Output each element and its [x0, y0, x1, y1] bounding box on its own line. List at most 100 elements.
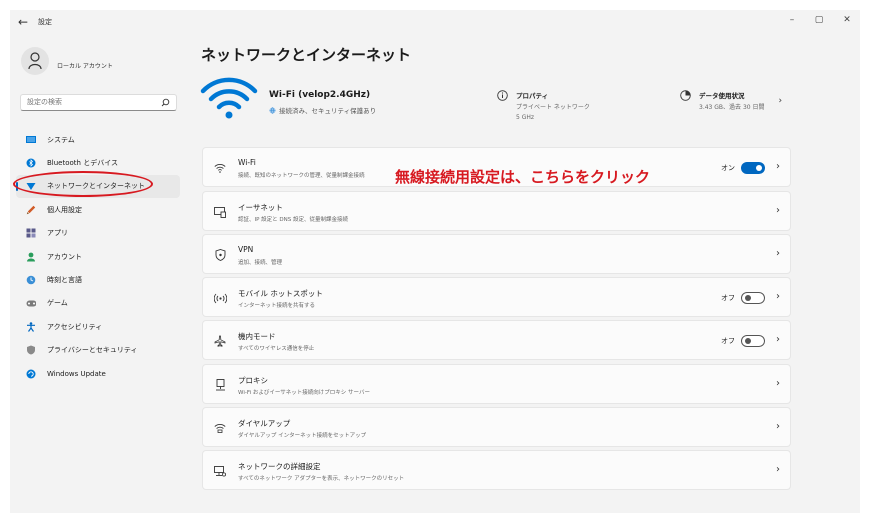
card-title: モバイル ホットスポット — [238, 289, 323, 298]
card-title: ネットワークの詳細設定 — [238, 462, 321, 471]
page-title: ネットワークとインターネット — [201, 46, 412, 64]
sidebar-item-personalization[interactable]: 個人用設定 — [16, 198, 180, 221]
properties-network-type: プライベート ネットワーク — [516, 104, 590, 111]
user-icon — [28, 52, 42, 70]
toggle-knob — [756, 165, 762, 171]
chevron-right-icon: › — [776, 248, 780, 259]
privacy-icon — [26, 345, 36, 355]
chevron-right-icon: › — [776, 334, 780, 345]
ethernet-icon — [213, 205, 227, 219]
chevron-right-icon: › — [778, 96, 783, 106]
hotspot-icon — [213, 291, 227, 305]
sidebar-item-windows-update[interactable]: Windows Update — [16, 362, 180, 385]
info-icon — [497, 90, 508, 101]
dialup-icon — [213, 421, 227, 435]
connection-status: 接続済み、セキュリティ保護あり — [269, 105, 376, 115]
sidebar-item-label: 個人用設定 — [47, 205, 82, 214]
data-usage-icon — [680, 90, 691, 101]
properties-link[interactable]: プロパティ プライベート ネットワーク 5 GHz — [497, 90, 590, 123]
card-subtitle: すべてのワイヤレス通信を停止 — [238, 346, 315, 352]
sidebar-item-label: アカウント — [47, 252, 82, 261]
card-subtitle: Wi-Fi およびイーサネット接続向けプロキシ サーバー — [238, 390, 370, 396]
vpn-icon — [213, 248, 227, 262]
sidebar-nav: システム Bluetooth とデバイス ネットワークとインターネット 個人用設… — [16, 128, 180, 385]
sidebar-item-system[interactable]: システム — [16, 128, 180, 151]
windows-update-icon — [26, 369, 36, 379]
airplane-icon — [213, 334, 227, 348]
data-usage-link[interactable]: データ使用状況 3.43 GB、過去 30 日間 › — [680, 90, 782, 113]
title-bar: ← 設定 – ▢ ✕ — [10, 10, 860, 34]
card-dialup[interactable]: ダイヤルアップ ダイヤルアップ インターネット接続をセットアップ › — [202, 407, 791, 447]
wifi-icon — [213, 161, 227, 175]
card-vpn[interactable]: VPN 追加、接続、管理 › — [202, 234, 791, 274]
highlight-oval-network — [13, 171, 153, 197]
account-name: ローカル アカウント — [57, 63, 113, 70]
card-proxy[interactable]: プロキシ Wi-Fi およびイーサネット接続向けプロキシ サーバー › — [202, 364, 791, 404]
search-input[interactable] — [27, 98, 147, 106]
back-button[interactable]: ← — [18, 15, 28, 29]
sidebar-item-privacy[interactable]: プライバシーとセキュリティ — [16, 339, 180, 362]
sidebar-item-accounts[interactable]: アカウント — [16, 245, 180, 268]
chevron-right-icon: › — [776, 421, 780, 432]
data-usage-amount: 3.43 GB、過去 30 日間 — [699, 104, 765, 111]
toggle-knob — [745, 338, 751, 344]
hotspot-toggle[interactable] — [741, 292, 765, 304]
window-title: 設定 — [38, 18, 52, 26]
avatar[interactable] — [21, 47, 49, 75]
settings-window: ← 設定 – ▢ ✕ ローカル アカウント システム Bluetooth とデバ… — [10, 10, 860, 513]
proxy-icon — [213, 378, 227, 392]
card-ethernet[interactable]: イーサネット 認証、IP 設定と DNS 設定、従量制課金接続 › — [202, 191, 791, 231]
wifi-toggle-label: オン — [721, 164, 735, 172]
chevron-right-icon: › — [776, 161, 780, 172]
sidebar-item-accessibility[interactable]: アクセシビリティ — [16, 315, 180, 338]
connection-status-text: 接続済み、セキュリティ保護あり — [279, 107, 377, 115]
hotspot-toggle-label: オフ — [721, 294, 735, 302]
card-title: ダイヤルアップ — [238, 419, 291, 428]
card-subtitle: 接続、既知のネットワークの管理、従量制課金接続 — [238, 173, 365, 179]
sidebar-item-time-language[interactable]: 時刻と言語 — [16, 268, 180, 291]
sidebar-item-label: アクセシビリティ — [47, 322, 103, 331]
airplane-toggle[interactable] — [741, 335, 765, 347]
network-name: Wi-Fi (velop2.4GHz) — [269, 90, 371, 100]
sidebar-item-gaming[interactable]: ゲーム — [16, 292, 180, 315]
card-subtitle: 認証、IP 設定と DNS 設定、従量制課金接続 — [238, 217, 349, 223]
chevron-right-icon: › — [776, 205, 780, 216]
search-box[interactable] — [20, 94, 177, 111]
chevron-right-icon: › — [776, 464, 780, 475]
card-title: Wi-Fi — [238, 158, 256, 167]
toggle-knob — [745, 295, 751, 301]
card-title: プロキシ — [238, 376, 268, 385]
card-title: 機内モード — [238, 332, 276, 341]
properties-title: プロパティ — [516, 92, 549, 100]
accessibility-icon — [26, 322, 36, 332]
card-subtitle: 追加、接続、管理 — [238, 260, 283, 266]
sidebar-item-label: アプリ — [47, 229, 68, 238]
annotation-text: 無線接続用設定は、こちらをクリック — [395, 168, 651, 186]
sidebar-item-label: 時刻と言語 — [47, 276, 82, 285]
minimize-button[interactable]: – — [785, 15, 799, 25]
maximize-button[interactable]: ▢ — [812, 15, 826, 25]
gaming-icon — [26, 298, 36, 308]
card-subtitle: すべてのネットワーク アダプターを表示、ネットワークのリセット — [238, 476, 405, 482]
card-advanced-network[interactable]: ネットワークの詳細設定 すべてのネットワーク アダプターを表示、ネットワークのリ… — [202, 450, 791, 490]
wifi-toggle[interactable] — [741, 162, 765, 174]
properties-band: 5 GHz — [516, 114, 535, 121]
wifi-hero-icon — [200, 77, 258, 119]
sidebar-item-apps[interactable]: アプリ — [16, 222, 180, 245]
system-icon — [26, 135, 36, 145]
chevron-right-icon: › — [776, 291, 780, 302]
search-icon[interactable] — [161, 98, 170, 107]
airplane-toggle-label: オフ — [721, 337, 735, 345]
sidebar-item-label: Bluetooth とデバイス — [47, 159, 118, 168]
card-title: VPN — [238, 245, 254, 254]
bluetooth-icon — [26, 158, 36, 168]
time-language-icon — [26, 275, 36, 285]
close-button[interactable]: ✕ — [840, 15, 854, 25]
card-mobile-hotspot[interactable]: モバイル ホットスポット インターネット接続を共有する オフ › — [202, 277, 791, 317]
card-subtitle: ダイヤルアップ インターネット接続をセットアップ — [238, 433, 367, 439]
globe-icon — [269, 106, 276, 114]
sidebar-item-label: Windows Update — [47, 369, 106, 378]
sidebar-item-label: システム — [47, 135, 75, 144]
card-title: イーサネット — [238, 203, 283, 212]
card-airplane-mode[interactable]: 機内モード すべてのワイヤレス通信を停止 オフ › — [202, 320, 791, 360]
